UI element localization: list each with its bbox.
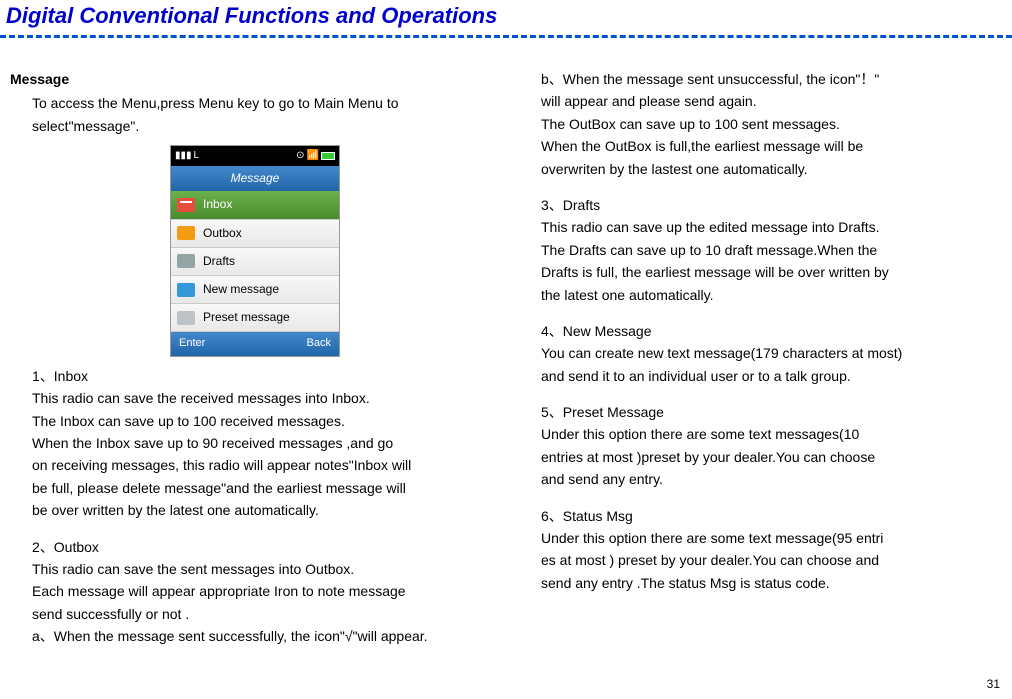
- page-header: Digital Conventional Functions and Opera…: [0, 0, 1012, 35]
- message-title: Message: [10, 68, 461, 90]
- drafts-section: 3、Drafts This radio can save up the edit…: [541, 194, 992, 306]
- phone-item-drafts: Drafts: [171, 248, 339, 276]
- outbox-p3: send successfully or not .: [32, 603, 461, 625]
- outbox-b2: will appear and please send again.: [541, 90, 992, 112]
- status-icons: ⊙ 📶: [296, 148, 335, 164]
- inbox-p3: When the Inbox save up to 90 received me…: [32, 432, 461, 454]
- outbox-icon: [177, 226, 195, 240]
- phone-screenshot: ▮▮▮ L ⊙ 📶 Message Inbox Outbox D: [170, 145, 340, 357]
- preset-p3: and send any entry.: [541, 468, 992, 490]
- inbox-p1: This radio can save the received message…: [32, 387, 461, 409]
- preset-p2: entries at most )preset by your dealer.Y…: [541, 446, 992, 468]
- clock-icon: ⊙: [296, 148, 304, 164]
- drafts-heading: 3、Drafts: [541, 194, 992, 216]
- outbox-b1: b、When the message sent unsuccessful, th…: [541, 68, 992, 90]
- outbox-section: 2、Outbox This radio can save the sent me…: [10, 536, 461, 648]
- inbox-heading: 1、Inbox: [32, 365, 461, 387]
- new-label: New message: [203, 280, 279, 299]
- statusmsg-p3: send any entry .The status Msg is status…: [541, 572, 992, 594]
- phone-item-preset: Preset message: [171, 304, 339, 332]
- phone-status-bar: ▮▮▮ L ⊙ 📶: [171, 146, 339, 166]
- signal-icon: 📶: [307, 148, 319, 164]
- preset-heading: 5、Preset Message: [541, 401, 992, 423]
- inbox-label: Inbox: [203, 195, 232, 214]
- message-intro: To access the Menu,press Menu key to go …: [10, 92, 461, 137]
- phone-item-inbox: Inbox: [171, 191, 339, 219]
- battery-icon: [321, 152, 335, 160]
- page-number: 31: [987, 677, 1000, 691]
- statusmsg-p1: Under this option there are some text me…: [541, 527, 992, 549]
- phone-item-new: New message: [171, 276, 339, 304]
- drafts-label: Drafts: [203, 252, 235, 271]
- statusmsg-section: 6、Status Msg Under this option there are…: [541, 505, 992, 595]
- enter-softkey: Enter: [179, 335, 205, 353]
- statusmsg-p2: es at most ) preset by your dealer.You c…: [541, 549, 992, 571]
- outbox-b5: overwriten by the lastest one automatica…: [541, 158, 992, 180]
- newmessage-p1: You can create new text message(179 char…: [541, 342, 992, 364]
- drafts-p1: This radio can save up the edited messag…: [541, 216, 992, 238]
- inbox-section: 1、Inbox This radio can save the received…: [10, 365, 461, 522]
- inbox-p6: be over written by the latest one automa…: [32, 499, 461, 521]
- back-softkey: Back: [307, 335, 331, 353]
- right-column: b、When the message sent unsuccessful, th…: [541, 68, 992, 648]
- drafts-icon: [177, 254, 195, 268]
- drafts-p2: The Drafts can save up to 10 draft messa…: [541, 239, 992, 261]
- drafts-p3: Drafts is full, the earliest message wil…: [541, 261, 992, 283]
- intro-line1: To access the Menu,press Menu key to go …: [32, 92, 461, 114]
- outbox-p4: a、When the message sent successfully, th…: [32, 625, 461, 647]
- inbox-icon: [177, 198, 195, 212]
- statusmsg-heading: 6、Status Msg: [541, 505, 992, 527]
- preset-p1: Under this option there are some text me…: [541, 423, 992, 445]
- outbox-p2: Each message will appear appropriate Iro…: [32, 580, 461, 602]
- outbox-b3: The OutBox can save up to 100 sent messa…: [541, 113, 992, 135]
- preset-section: 5、Preset Message Under this option there…: [541, 401, 992, 491]
- outbox-label: Outbox: [203, 224, 242, 243]
- preset-label: Preset message: [203, 308, 290, 327]
- intro-line2: select"message".: [32, 115, 461, 137]
- phone-footer: Enter Back: [171, 332, 339, 356]
- outbox-p1: This radio can save the sent messages in…: [32, 558, 461, 580]
- status-l: L: [194, 148, 200, 164]
- phone-menu-title: Message: [171, 166, 339, 191]
- newmessage-heading: 4、New Message: [541, 320, 992, 342]
- newmessage-section: 4、New Message You can create new text me…: [541, 320, 992, 387]
- drafts-p4: the latest one automatically.: [541, 284, 992, 306]
- outbox-heading: 2、Outbox: [32, 536, 461, 558]
- new-message-icon: [177, 283, 195, 297]
- signal-indicator: ▮▮▮ L: [175, 148, 199, 164]
- newmessage-p2: and send it to an individual user or to …: [541, 365, 992, 387]
- phone-item-outbox: Outbox: [171, 220, 339, 248]
- left-column: Message To access the Menu,press Menu ke…: [10, 68, 461, 648]
- inbox-p2: The Inbox can save up to 100 received me…: [32, 410, 461, 432]
- content-area: Message To access the Menu,press Menu ke…: [0, 38, 1012, 658]
- preset-message-icon: [177, 311, 195, 325]
- signal-bars-icon: ▮▮▮: [175, 148, 192, 164]
- inbox-p4: on receiving messages, this radio will a…: [32, 454, 461, 476]
- inbox-p5: be full, please delete message"and the e…: [32, 477, 461, 499]
- outbox-b4: When the OutBox is full,the earliest mes…: [541, 135, 992, 157]
